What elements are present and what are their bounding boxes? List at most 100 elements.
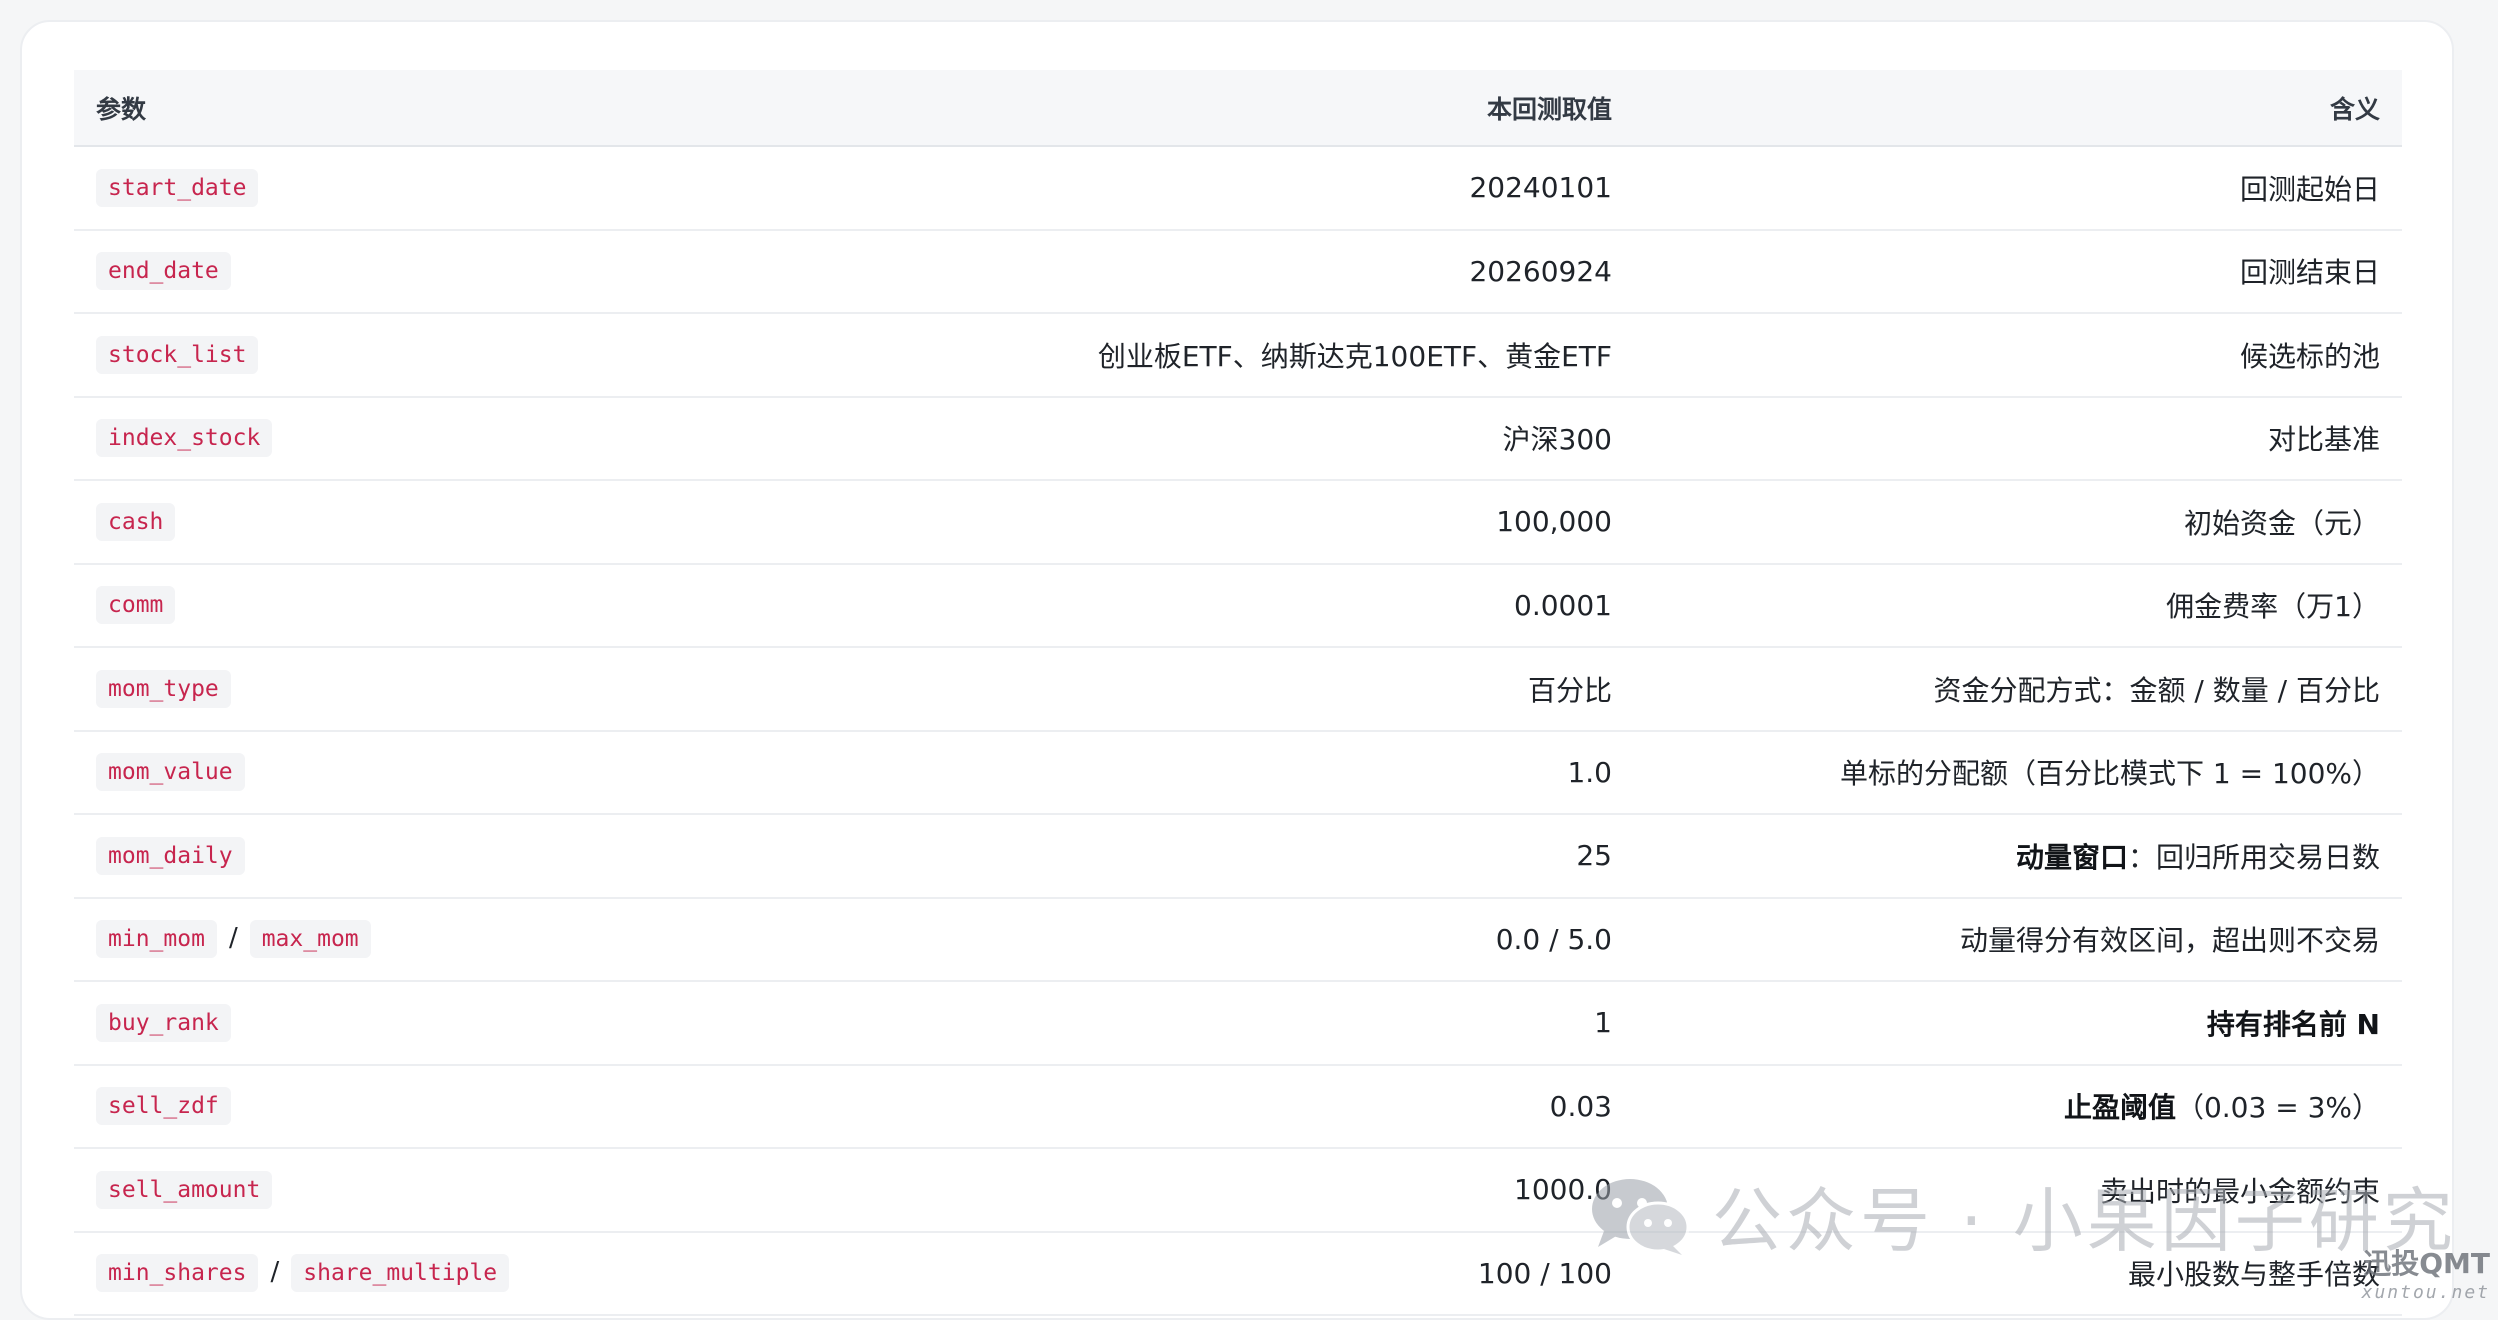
meaning-text: 回测起始日: [2239, 172, 2380, 206]
header-param: 参数: [74, 70, 954, 147]
meaning-cell: 佣金费率（万1）: [1634, 563, 2402, 648]
meaning-emphasis: 动量窗口: [2015, 840, 2128, 874]
meaning-text: 资金分配方式：金额 / 数量 / 百分比: [1933, 673, 2380, 707]
param-cell: index_stock: [74, 396, 954, 481]
value-cell: 20240101: [954, 146, 1634, 231]
value-cell: 1000.0: [954, 1148, 1634, 1233]
meaning-cell: 单标的分配额（百分比模式下 1 = 100%）: [1634, 730, 2402, 815]
param-cell: min_shares / share_multiple: [74, 1231, 954, 1316]
param-code: min_shares: [96, 1254, 259, 1293]
table-row: buy_rank 1 持有排名前 N: [74, 981, 2402, 1066]
table-row: sell_zdf 0.03 止盈阈值（0.03 = 3%）: [74, 1064, 2402, 1149]
meaning-cell: 资金分配方式：金额 / 数量 / 百分比: [1634, 647, 2402, 732]
meaning-cell: 卖出时的最小金额约束: [1634, 1148, 2402, 1233]
param-code: share_multiple: [291, 1254, 510, 1293]
parameter-table: 参数 本回测取值 含义 start_date 20240101 回测起始日 end_d…: [74, 70, 2402, 1316]
meaning-text: ：回归所用交易日数: [2127, 840, 2380, 874]
meaning-cell: 止盈阈值（0.03 = 3%）: [1634, 1064, 2402, 1149]
param-cell: stock_list: [74, 313, 954, 398]
meaning-cell: 对比基准: [1634, 396, 2402, 481]
value-cell: 百分比: [954, 647, 1634, 732]
table-row: end_date 20260924 回测结束日: [74, 229, 2402, 314]
table-body: start_date 20240101 回测起始日 end_date 20260924 回…: [74, 146, 2402, 1316]
table-row: mom_type 百分比 资金分配方式：金额 / 数量 / 百分比: [74, 647, 2402, 732]
meaning-cell: 回测结束日: [1634, 229, 2402, 314]
table-row: index_stock 沪深300 对比基准: [74, 396, 2402, 481]
param-cell: mom_daily: [74, 814, 954, 899]
param-cell: start_date: [74, 146, 954, 231]
meaning-text: （0.03 = 3%）: [2175, 1091, 2380, 1125]
param-cell: mom_value: [74, 730, 954, 815]
param-code: mom_type: [96, 669, 231, 708]
param-cell: end_date: [74, 229, 954, 314]
brand-name: 迅投QMT: [2363, 1247, 2490, 1280]
param-cell: comm: [74, 563, 954, 648]
meaning-text: 初始资金（元）: [2183, 506, 2380, 540]
value-cell: 0.03: [954, 1064, 1634, 1149]
param-code: index_stock: [96, 419, 273, 458]
meaning-emphasis: 止盈阈值: [2063, 1091, 2176, 1125]
meaning-cell: 回测起始日: [1634, 146, 2402, 231]
meaning-cell: 持有排名前 N: [1634, 981, 2402, 1066]
value-cell: 创业板ETF、纳斯达克100ETF、黄金ETF: [954, 313, 1634, 398]
meaning-cell: 最小股数与整手倍数: [1634, 1231, 2402, 1316]
meaning-text: 对比基准: [2267, 423, 2380, 457]
header-value: 本回测取值: [954, 70, 1634, 147]
param-code: sell_amount: [96, 1170, 273, 1209]
value-cell: 0.0001: [954, 563, 1634, 648]
content-card: 参数 本回测取值 含义 start_date 20240101 回测起始日 end_d…: [20, 20, 2454, 1320]
meaning-cell: 动量得分有效区间，超出则不交易: [1634, 897, 2402, 982]
table-row: cash 100,000 初始资金（元）: [74, 480, 2402, 565]
value-cell: 1.0: [954, 730, 1634, 815]
param-cell: cash: [74, 480, 954, 565]
meaning-text: 佣金费率（万1）: [2166, 590, 2380, 624]
table-row: min_mom / max_mom 0.0 / 5.0 动量得分有效区间，超出则不交易: [74, 897, 2402, 982]
param-code: start_date: [96, 168, 259, 207]
value-cell: 20260924: [954, 229, 1634, 314]
meaning-cell: 候选标的池: [1634, 313, 2402, 398]
param-separator: /: [228, 923, 238, 954]
param-code: comm: [96, 586, 176, 625]
table-row: mom_value 1.0 单标的分配额（百分比模式下 1 = 100%）: [74, 730, 2402, 815]
param-cell: sell_amount: [74, 1148, 954, 1233]
value-cell: 0.0 / 5.0: [954, 897, 1634, 982]
meaning-text: 回测结束日: [2239, 256, 2380, 290]
meaning-text: 卖出时的最小金额约束: [2099, 1174, 2380, 1208]
meaning-text: 动量得分有效区间，超出则不交易: [1959, 924, 2380, 958]
table-header-row: 参数 本回测取值 含义: [74, 70, 2402, 147]
table-row: start_date 20240101 回测起始日: [74, 146, 2402, 231]
table-row: min_shares / share_multiple 100 / 100 最小股数与整…: [74, 1231, 2402, 1316]
meaning-text: 最小股数与整手倍数: [2127, 1258, 2380, 1292]
meaning-text: 候选标的池: [2239, 339, 2380, 373]
param-cell: buy_rank: [74, 981, 954, 1066]
brand-logo: 迅投QMT xuntou.net: [2362, 1242, 2490, 1303]
table-row: sell_amount 1000.0 卖出时的最小金额约束: [74, 1148, 2402, 1233]
meaning-cell: 初始资金（元）: [1634, 480, 2402, 565]
param-code: stock_list: [96, 335, 259, 374]
param-cell: min_mom / max_mom: [74, 897, 954, 982]
param-separator: /: [270, 1257, 280, 1288]
header-meaning: 含义: [1634, 70, 2402, 147]
meaning-text: 单标的分配额（百分比模式下 1 = 100%）: [1839, 757, 2380, 791]
value-cell: 100,000: [954, 480, 1634, 565]
param-code: min_mom: [96, 920, 217, 959]
value-cell: 1: [954, 981, 1634, 1066]
value-cell: 沪深300: [954, 396, 1634, 481]
meaning-emphasis: 持有排名前 N: [2206, 1007, 2380, 1041]
param-code: cash: [96, 502, 176, 541]
brand-domain: xuntou.net: [2361, 1282, 2490, 1303]
param-cell: mom_type: [74, 647, 954, 732]
param-code: max_mom: [249, 920, 371, 959]
param-code: buy_rank: [96, 1003, 231, 1042]
value-cell: 100 / 100: [954, 1231, 1634, 1316]
param-code: sell_zdf: [96, 1087, 231, 1126]
param-code: mom_daily: [96, 836, 245, 875]
param-cell: sell_zdf: [74, 1064, 954, 1149]
table-row: mom_daily 25 动量窗口：回归所用交易日数: [74, 814, 2402, 899]
param-code: mom_value: [96, 753, 245, 792]
param-code: end_date: [96, 252, 231, 291]
value-cell: 25: [954, 814, 1634, 899]
table-row: comm 0.0001 佣金费率（万1）: [74, 563, 2402, 648]
table-row: stock_list 创业板ETF、纳斯达克100ETF、黄金ETF 候选标的池: [74, 313, 2402, 398]
meaning-cell: 动量窗口：回归所用交易日数: [1634, 814, 2402, 899]
